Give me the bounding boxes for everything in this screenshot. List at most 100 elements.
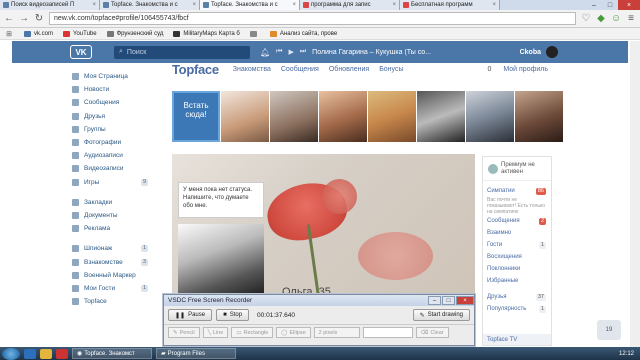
bookmark-heart-icon[interactable]: ♡	[581, 13, 591, 24]
bookmark-site-analysis[interactable]: Анализ сайта, прове	[269, 30, 337, 37]
vk-user-menu[interactable]: Ckoba	[520, 46, 558, 58]
bookmark-youtube[interactable]: YouTube	[63, 30, 97, 37]
tab-search-video[interactable]: Поиск видеозаписей П ×	[0, 0, 100, 10]
sidebar-item-topface[interactable]: Topface	[72, 295, 150, 308]
start-drawing-button[interactable]: ✎ Start drawing	[412, 309, 470, 321]
close-icon[interactable]: ×	[392, 2, 396, 8]
minimize-icon[interactable]: –	[428, 296, 441, 305]
user-photo[interactable]	[368, 91, 416, 142]
sidebar-item-my-page[interactable]: Моя Страница	[72, 70, 150, 83]
close-window-icon[interactable]: ×	[618, 0, 640, 10]
tab-topface-2[interactable]: Topface. Знакомства и с ×	[200, 0, 300, 10]
sidebar-item-games[interactable]: Игры 9	[72, 176, 150, 189]
premium-status[interactable]: Премиум не активен	[483, 157, 551, 181]
user-photo[interactable]	[417, 91, 465, 142]
sidebar-item-military-marker[interactable]: Военный Маркер	[72, 269, 150, 282]
tab-dating[interactable]: Знакомства	[233, 66, 271, 73]
minimize-icon[interactable]: –	[586, 0, 602, 10]
taskbar-item-browser[interactable]: ◉ Topface. Знакомст	[72, 348, 152, 359]
sidebar-item-spy[interactable]: Шпионаж 1	[72, 242, 150, 255]
menu-item-guests[interactable]: Гости 1	[483, 239, 551, 251]
sidebar-item-news[interactable]: Новости	[72, 83, 150, 96]
sidebar-item-messages[interactable]: Сообщения	[72, 96, 150, 109]
stop-button[interactable]: ■ Stop	[216, 309, 250, 321]
close-icon[interactable]: ×	[292, 2, 296, 8]
page-scrollbar[interactable]	[630, 41, 640, 347]
user-photo[interactable]	[515, 91, 563, 142]
sidebar-item-dating[interactable]: Взнакомстве 3	[72, 255, 150, 268]
vk-search-input[interactable]: ⌕ Поиск	[114, 45, 250, 59]
topface-logo[interactable]: Topface	[172, 62, 219, 77]
sidebar-item-guests[interactable]: Мои Гости 1	[72, 282, 150, 295]
url-field[interactable]: new.vk.com/topface#profile/106455743/fbc…	[49, 12, 576, 25]
explorer-icon[interactable]	[40, 348, 52, 359]
play-icon[interactable]: ▶︎	[288, 48, 293, 56]
track-title[interactable]: Полина Гагарина – Кукушка (Ты со...	[312, 49, 438, 56]
close-icon[interactable]: ×	[192, 2, 196, 8]
tab-updates[interactable]: Обновления	[329, 66, 369, 73]
user-photo[interactable]	[319, 91, 367, 142]
menu-item-mutual[interactable]: Взаимно	[483, 227, 551, 239]
ie-icon[interactable]	[24, 348, 36, 359]
pause-button[interactable]: ❚❚ Pause	[168, 309, 213, 321]
start-button[interactable]	[2, 347, 20, 360]
ellipse-tool[interactable]: ◯ Ellipse	[276, 327, 311, 338]
bookmark-military-maps[interactable]: MilitaryMaps Карта б	[173, 30, 240, 37]
menu-item-popularity[interactable]: Популярность 1	[483, 303, 551, 315]
bell-icon[interactable]: 🔔︎	[260, 48, 270, 57]
menu-item-topface-tv[interactable]: Topface TV	[483, 334, 551, 345]
extension-icon[interactable]: ◆	[596, 13, 606, 24]
sidebar-item-photos[interactable]: Фотографии	[72, 136, 150, 149]
sidebar-item-audio[interactable]: Аудиозаписи	[72, 149, 150, 162]
maximize-icon[interactable]: □	[602, 0, 618, 10]
sidebar-item-ads[interactable]: Реклама	[72, 222, 150, 235]
user-photo[interactable]	[466, 91, 514, 142]
sidebar-item-documents[interactable]: Документы	[72, 209, 150, 222]
sidebar-item-friends[interactable]: Друзья	[72, 110, 150, 123]
menu-item-favorites[interactable]: Избранные	[483, 275, 551, 287]
avatar[interactable]	[178, 224, 264, 294]
taskbar-item-explorer[interactable]: ▰ Program Files	[156, 348, 236, 359]
my-profile-link[interactable]: Мой профиль	[503, 66, 548, 73]
photo-add-slot[interactable]: Встать сюда!	[172, 91, 220, 142]
line-width-select[interactable]: 2 pixels	[313, 327, 360, 338]
vk-logo[interactable]: VK	[70, 45, 92, 59]
bookmark-court[interactable]: Фрунзенский суд	[106, 30, 163, 37]
clear-button[interactable]: ⌫ Clear	[415, 327, 449, 338]
rectangle-tool[interactable]: ▭ Rectangle	[231, 327, 274, 338]
bookmark-vk[interactable]: vk.com	[24, 30, 53, 37]
sidebar-item-bookmarks[interactable]: Закладки	[72, 196, 150, 209]
reload-icon[interactable]: ↻	[34, 13, 44, 24]
close-icon[interactable]: ×	[492, 2, 496, 8]
user-photo[interactable]	[221, 91, 269, 142]
menu-item-fans[interactable]: Поклонники	[483, 263, 551, 275]
pencil-tool[interactable]: ✎ Pencil	[168, 327, 200, 338]
floating-counter-button[interactable]: 19	[597, 320, 621, 340]
back-arrow-icon[interactable]: ←	[4, 13, 14, 24]
sidebar-item-groups[interactable]: Группы	[72, 123, 150, 136]
user-photo[interactable]	[270, 91, 318, 142]
bookmark-unnamed[interactable]	[249, 30, 260, 37]
menu-item-messages[interactable]: Сообщения 2	[483, 215, 551, 227]
forward-arrow-icon[interactable]: →	[19, 13, 29, 24]
maximize-icon[interactable]: □	[442, 296, 455, 305]
tab-messages[interactable]: Сообщения	[281, 66, 319, 73]
next-track-icon[interactable]: ⏭︎	[300, 48, 306, 56]
prev-track-icon[interactable]: ⏮︎	[276, 48, 282, 56]
sidebar-item-video[interactable]: Видеозаписи	[72, 162, 150, 175]
close-icon[interactable]: ×	[456, 296, 474, 305]
close-icon[interactable]: ×	[92, 2, 96, 8]
menu-item-admirations[interactable]: Восхищения	[483, 251, 551, 263]
menu-item-friends[interactable]: Друзья 37	[483, 291, 551, 303]
smiley-icon[interactable]: ☺	[611, 13, 621, 24]
opera-icon[interactable]	[56, 348, 68, 359]
color-select[interactable]	[362, 327, 413, 338]
tab-free-program[interactable]: Бесплатная программ ×	[400, 0, 500, 10]
tab-bonuses[interactable]: Бонусы	[379, 66, 403, 73]
apps-icon[interactable]: ⊞	[4, 30, 14, 38]
menu-item-sympathy[interactable]: Симпатии 86	[483, 185, 551, 197]
menu-icon[interactable]: ≡	[626, 13, 636, 24]
line-tool[interactable]: ╲ Line	[202, 327, 229, 338]
tab-recorder-program[interactable]: программа для запис ×	[300, 0, 400, 10]
tab-topface-1[interactable]: Topface. Знакомства и с ×	[100, 0, 200, 10]
